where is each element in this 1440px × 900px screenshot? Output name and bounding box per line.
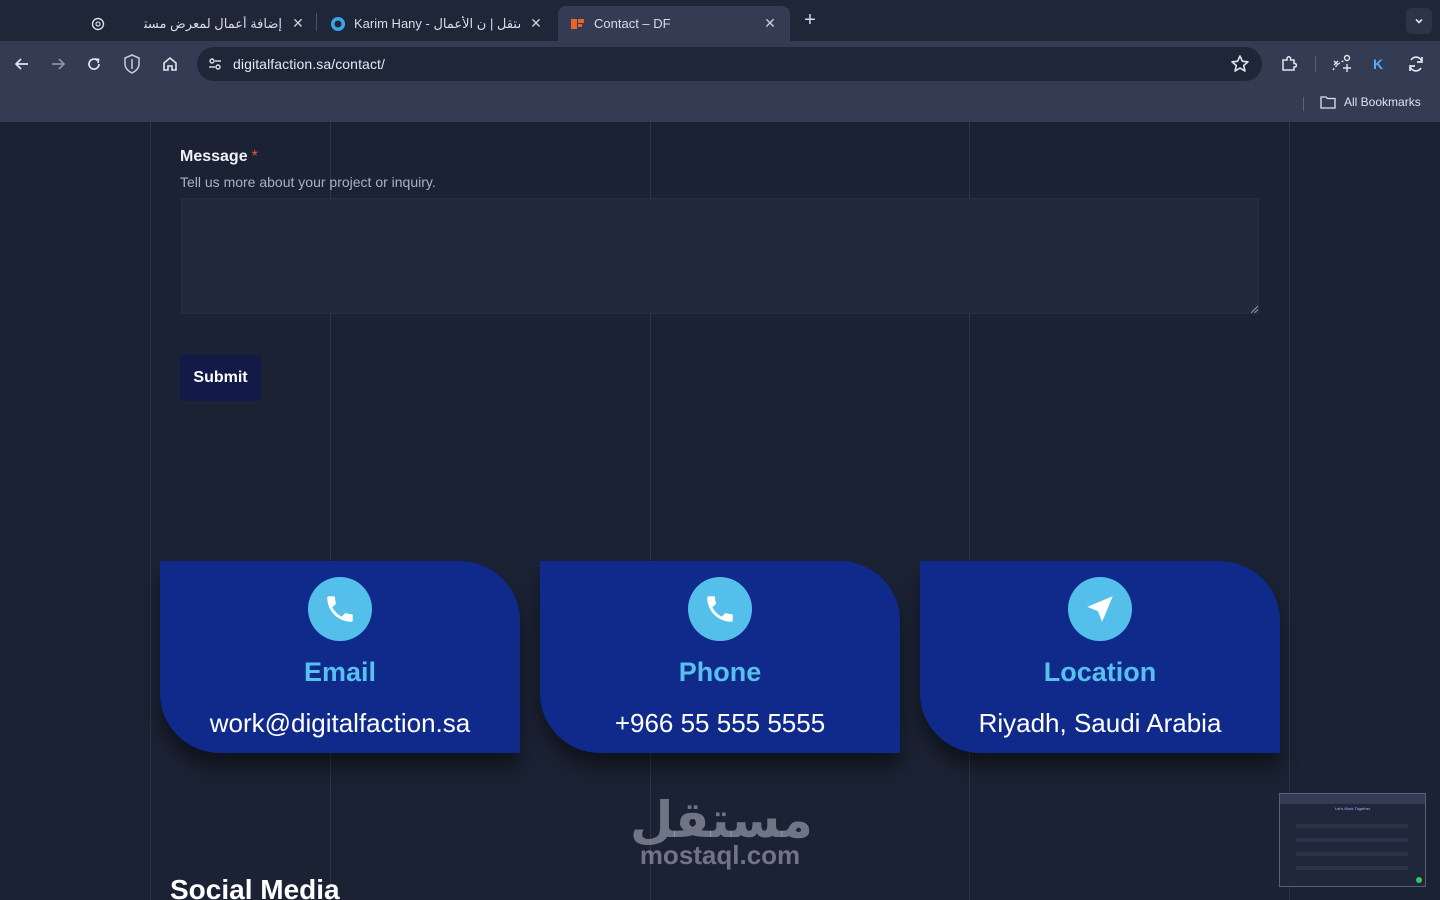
screenshot-thumbnail[interactable]: Let's Work Together xyxy=(1279,793,1426,887)
folder-icon xyxy=(1320,96,1336,109)
chevron-down-icon xyxy=(1415,18,1423,24)
card-value: Riyadh, Saudi Arabia xyxy=(978,708,1222,738)
sync-icon xyxy=(1409,56,1423,72)
submit-button[interactable]: Submit xyxy=(180,355,261,401)
grid-line xyxy=(150,122,151,900)
tab-strip: إضافة أعمال لمعرض مستقل ✕ Karim Hany - م… xyxy=(0,0,1440,41)
phone-icon xyxy=(308,577,372,641)
arrow-left-icon xyxy=(14,58,28,70)
navigation-arrow-icon xyxy=(1068,577,1132,641)
tab-mostaql-add-work[interactable]: إضافة أعمال لمعرض مستقل ✕ xyxy=(78,6,318,41)
tab-separator xyxy=(316,13,317,31)
close-icon[interactable]: ✕ xyxy=(762,15,778,32)
mostaql-icon xyxy=(330,16,346,32)
extensions-button[interactable] xyxy=(1277,52,1301,76)
bookmarks-bar: All Bookmarks xyxy=(0,87,1440,122)
bookmarks-divider xyxy=(1303,97,1304,111)
status-dot xyxy=(1416,877,1422,883)
thumbnail-title: Let's Work Together xyxy=(1334,806,1371,811)
thumbnail-line xyxy=(1296,852,1408,856)
tab-title: Karim Hany - مستقل | ن الأعمال xyxy=(354,15,520,31)
contact-card-email: Email work@digitalfaction.sa xyxy=(160,561,520,753)
mostaql-watermark: مستقل mostaql.com xyxy=(630,792,813,870)
new-tab-button[interactable]: + xyxy=(800,10,820,30)
home-icon xyxy=(163,56,177,71)
shield-icon xyxy=(124,54,140,74)
watermark-latin: mostaql.com xyxy=(639,840,801,870)
arrow-right-icon xyxy=(52,58,66,70)
reload-icon xyxy=(88,58,100,70)
forward-button[interactable] xyxy=(46,52,70,76)
message-textarea[interactable] xyxy=(181,198,1259,314)
close-icon[interactable]: ✕ xyxy=(528,15,544,32)
reload-button[interactable] xyxy=(82,52,106,76)
contact-card-location: Location Riyadh, Saudi Arabia xyxy=(920,561,1280,753)
thumbnail-line xyxy=(1296,838,1408,842)
card-value[interactable]: +966 55 555 5555 xyxy=(540,708,900,739)
card-title: Location xyxy=(1043,657,1157,687)
df-icon xyxy=(570,16,586,32)
puzzle-icon xyxy=(1282,55,1298,71)
tab-search-button[interactable] xyxy=(1406,8,1432,34)
card-value[interactable]: work@digitalfaction.sa xyxy=(160,708,520,739)
home-button[interactable] xyxy=(158,52,182,76)
grid-line xyxy=(1289,122,1290,900)
sync-button[interactable] xyxy=(1404,52,1428,76)
tab-contact-df[interactable]: Contact – DF ✕ xyxy=(558,6,790,41)
bookmark-star-icon[interactable] xyxy=(1230,54,1250,74)
close-icon[interactable]: ✕ xyxy=(290,15,306,32)
message-label-text: Message xyxy=(180,148,248,165)
social-media-heading: Social Media xyxy=(170,874,340,900)
thumbnail-line xyxy=(1296,824,1408,828)
connect-icon xyxy=(1332,54,1351,72)
tab-karim-hany[interactable]: Karim Hany - مستقل | ن الأعمال ✕ xyxy=(318,6,556,41)
profile-avatar[interactable]: K xyxy=(1368,52,1388,76)
tab-title: إضافة أعمال لمعرض مستقل xyxy=(144,15,282,31)
thumbnail-toolbar xyxy=(1280,794,1425,804)
all-bookmarks-label: All Bookmarks xyxy=(1344,95,1421,109)
thumbnail-line xyxy=(1296,866,1408,870)
site-info-icon[interactable] xyxy=(205,54,225,74)
phone-icon xyxy=(688,577,752,641)
openai-icon xyxy=(90,16,106,32)
shield-extension-button[interactable] xyxy=(120,52,144,76)
back-button[interactable] xyxy=(10,52,34,76)
all-bookmarks-button[interactable]: All Bookmarks xyxy=(1320,95,1421,109)
toolbar-divider xyxy=(1315,56,1316,72)
page-content: Message * Tell us more about your project… xyxy=(0,122,1440,900)
required-mark: * xyxy=(251,148,258,165)
card-title: Email xyxy=(303,657,377,687)
resize-grip-icon[interactable] xyxy=(1250,305,1259,314)
card-title: Phone xyxy=(678,657,762,687)
tab-title: Contact – DF xyxy=(594,16,671,31)
message-label: Message * xyxy=(180,148,258,166)
url-text[interactable]: digitalfaction.sa/contact/ xyxy=(233,56,385,72)
message-help-text: Tell us more about your project or inqui… xyxy=(180,174,436,190)
share-extension-button[interactable] xyxy=(1330,52,1354,76)
browser-toolbar: digitalfaction.sa/contact/ K xyxy=(0,41,1440,87)
contact-card-phone: Phone +966 55 555 5555 xyxy=(540,561,900,753)
address-bar[interactable]: digitalfaction.sa/contact/ xyxy=(197,47,1262,81)
